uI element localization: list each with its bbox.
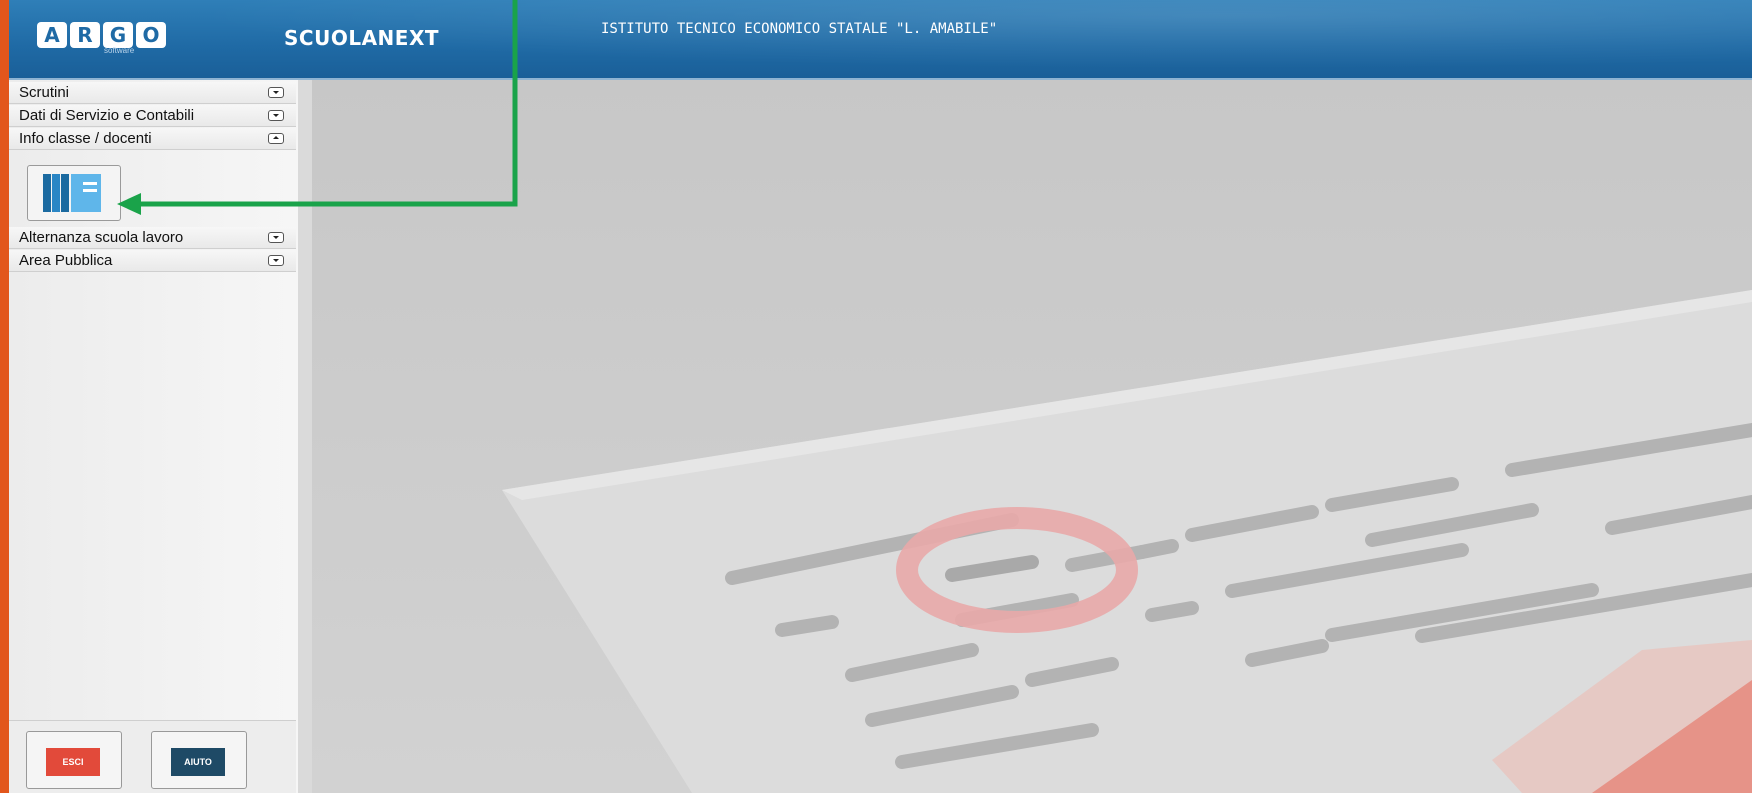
chevron-down-icon[interactable] bbox=[268, 232, 284, 243]
app-window: A R G O software SCUOLANEXT ISTITUTO TEC… bbox=[9, 0, 1752, 793]
sidebar-item-area-pubblica[interactable]: Area Pubblica bbox=[9, 250, 296, 272]
sidebar-item-label: Area Pubblica bbox=[19, 252, 113, 269]
sidebar-item-alternanza[interactable]: Alternanza scuola lavoro bbox=[9, 227, 296, 249]
annotation-arrow bbox=[117, 0, 518, 215]
sidebar-footer: ESCI AIUTO bbox=[9, 720, 296, 793]
school-name: ISTITUTO TECNICO ECONOMICO STATALE "L. A… bbox=[601, 21, 998, 37]
sidebar-item-label: Alternanza scuola lavoro bbox=[19, 229, 184, 246]
exit-label: ESCI bbox=[46, 748, 100, 776]
help-label: AIUTO bbox=[171, 748, 225, 776]
help-button[interactable]: AIUTO bbox=[151, 731, 247, 789]
exit-button[interactable]: ESCI bbox=[26, 731, 122, 789]
chevron-down-icon[interactable] bbox=[268, 255, 284, 266]
